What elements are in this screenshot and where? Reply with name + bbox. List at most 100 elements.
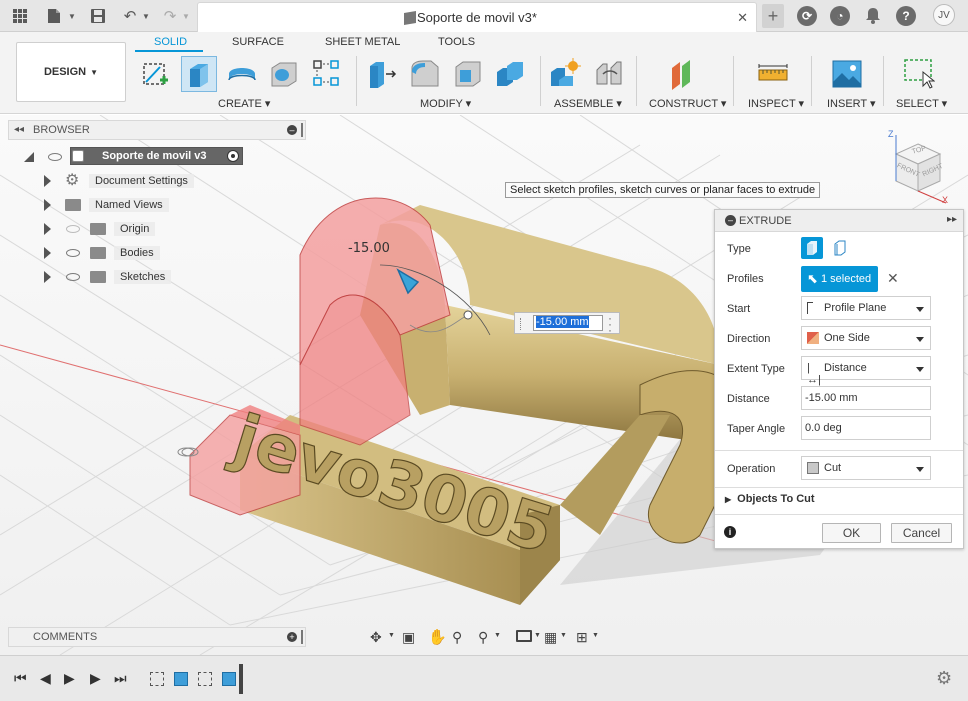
distance-field[interactable]: -15.00 mm [801,386,931,410]
inspect-group-label[interactable]: INSPECT ▾ [748,97,804,110]
timeline-extrude-feature-icon[interactable] [222,672,236,686]
expand-arrow-icon[interactable] [44,271,51,283]
chevron-down-icon[interactable]: ▼ [388,632,395,639]
profiles-selection-button[interactable]: ⬉ 1 selected [801,266,878,292]
orbit-icon[interactable]: ✥ [370,629,382,646]
tree-item-named-views[interactable]: Named Views [40,195,200,215]
zoom-icon[interactable]: ⚲ [452,629,462,646]
hole-icon[interactable] [268,58,300,90]
redo-chevron-icon[interactable]: ▼ [176,6,196,26]
cancel-button[interactable]: Cancel [891,523,952,543]
offset-plane-icon[interactable] [668,58,700,90]
undo-chevron-icon[interactable]: ▼ [136,6,156,26]
job-status-icon[interactable]: ◔ [830,6,850,26]
visibility-eye-icon[interactable] [66,249,80,257]
tree-item-sketches[interactable]: Sketches [40,267,200,287]
tree-item-document-settings[interactable]: ⚙ Document Settings [40,171,200,191]
expand-arrow-icon[interactable] [44,175,51,187]
extent-type-dropdown[interactable]: |↔| Distance [801,356,931,386]
chevron-down-icon[interactable]: ▼ [534,632,541,639]
step-back-icon[interactable]: ◀ [40,670,51,687]
info-icon[interactable]: i [724,526,736,538]
step-forward-icon[interactable]: ▶ [90,670,101,687]
window-select-icon[interactable] [903,58,936,90]
create-sketch-icon[interactable] [140,58,172,90]
expand-arrow-icon[interactable] [44,199,51,211]
construct-group-label[interactable]: CONSTRUCT ▾ [649,97,726,110]
select-group-label[interactable]: SELECT ▾ [896,97,947,110]
document-tab[interactable]: Soporte de movil v3* ✕ [197,2,757,32]
visibility-eye-icon[interactable] [48,153,62,161]
extrude-icon[interactable] [181,56,217,92]
look-at-icon[interactable]: ▣ [402,629,415,646]
drag-handle-icon[interactable] [520,318,522,330]
fillet-icon[interactable] [409,58,441,90]
pattern-icon[interactable] [311,58,343,90]
chevron-down-icon[interactable]: ▼ [494,632,501,639]
close-icon[interactable]: ✕ [737,10,748,26]
collapse-dialog-icon[interactable]: – [725,215,736,226]
pin-handle-icon[interactable] [301,123,303,137]
pan-icon[interactable]: ✋ [428,628,447,646]
joint-icon[interactable] [593,58,625,90]
collapse-panel-icon[interactable]: ◂◂ [14,124,24,135]
user-avatar[interactable]: JV [933,4,955,26]
save-icon[interactable] [88,6,108,26]
tab-solid[interactable]: SOLID [154,36,187,48]
add-comment-icon[interactable]: + [287,632,297,642]
timeline-marker[interactable] [239,664,243,694]
timeline-settings-gear-icon[interactable]: ⚙ [936,668,952,689]
press-pull-icon[interactable] [366,58,398,90]
zoom-window-icon[interactable]: ⚲ [478,629,488,646]
timeline-extrude-feature-icon[interactable] [174,672,188,686]
timeline-sketch-feature-icon[interactable] [198,672,212,686]
help-icon[interactable]: ? [896,6,916,26]
expand-arrow-icon[interactable] [44,223,51,235]
notifications-icon[interactable] [863,6,883,26]
shell-icon[interactable] [452,58,484,90]
tree-item-origin[interactable]: Origin [40,219,200,239]
new-component-icon[interactable] [549,58,581,90]
chevron-down-icon[interactable]: ▼ [592,632,599,639]
type-solid-button[interactable] [801,237,823,259]
revolve-icon[interactable] [226,58,258,90]
more-options-icon[interactable]: · · · [608,312,612,336]
objects-to-cut-section[interactable]: ▶ Objects To Cut [725,493,815,505]
tab-surface[interactable]: SURFACE [232,36,284,48]
go-to-start-icon[interactable]: ⏮ [14,670,27,687]
display-settings-icon[interactable] [516,630,532,642]
create-group-label[interactable]: CREATE ▾ [218,97,270,110]
viewports-icon[interactable]: ⊞ [576,629,588,646]
comments-panel[interactable]: COMMENTS + [8,627,306,647]
taper-angle-field[interactable]: 0.0 deg [801,416,931,440]
extrude-header[interactable]: – EXTRUDE ▸▸ [715,210,963,232]
expand-dialog-icon[interactable]: ▸▸ [947,214,957,225]
timeline-sketch-feature-icon[interactable] [150,672,164,686]
collapse-arrow-icon[interactable] [24,152,34,162]
insert-image-icon[interactable] [831,58,863,90]
visibility-eye-icon[interactable] [66,225,80,233]
operation-dropdown[interactable]: Cut [801,456,931,480]
app-grid-icon[interactable] [10,6,30,26]
go-to-end-icon[interactable]: ⏭ [114,670,127,687]
insert-group-label[interactable]: INSERT ▾ [827,97,876,110]
visibility-eye-icon[interactable] [66,273,80,281]
file-menu-chevron-icon[interactable]: ▼ [62,6,82,26]
tree-root[interactable]: Soporte de movil v3 [20,147,250,167]
combine-icon[interactable] [495,58,527,90]
clear-selection-icon[interactable]: ✕ [887,270,899,287]
grid-settings-icon[interactable]: ▦ [544,629,557,646]
view-cube[interactable]: Z X TOP FRONT RIGHT [878,129,958,209]
modify-group-label[interactable]: MODIFY ▾ [420,97,471,110]
pin-handle-icon[interactable] [301,630,303,644]
expand-arrow-icon[interactable] [44,247,51,259]
activate-radio-icon[interactable] [227,150,239,162]
minimize-icon[interactable]: – [287,125,297,135]
start-dropdown[interactable]: Profile Plane [801,296,931,320]
workspace-switcher[interactable]: DESIGN ▼ [16,42,126,102]
play-icon[interactable]: ▶ [64,670,75,687]
tree-item-bodies[interactable]: Bodies [40,243,200,263]
file-icon[interactable] [44,6,64,26]
measure-icon[interactable] [757,58,789,90]
browser-panel-header[interactable]: ◂◂ BROWSER – [8,120,306,140]
